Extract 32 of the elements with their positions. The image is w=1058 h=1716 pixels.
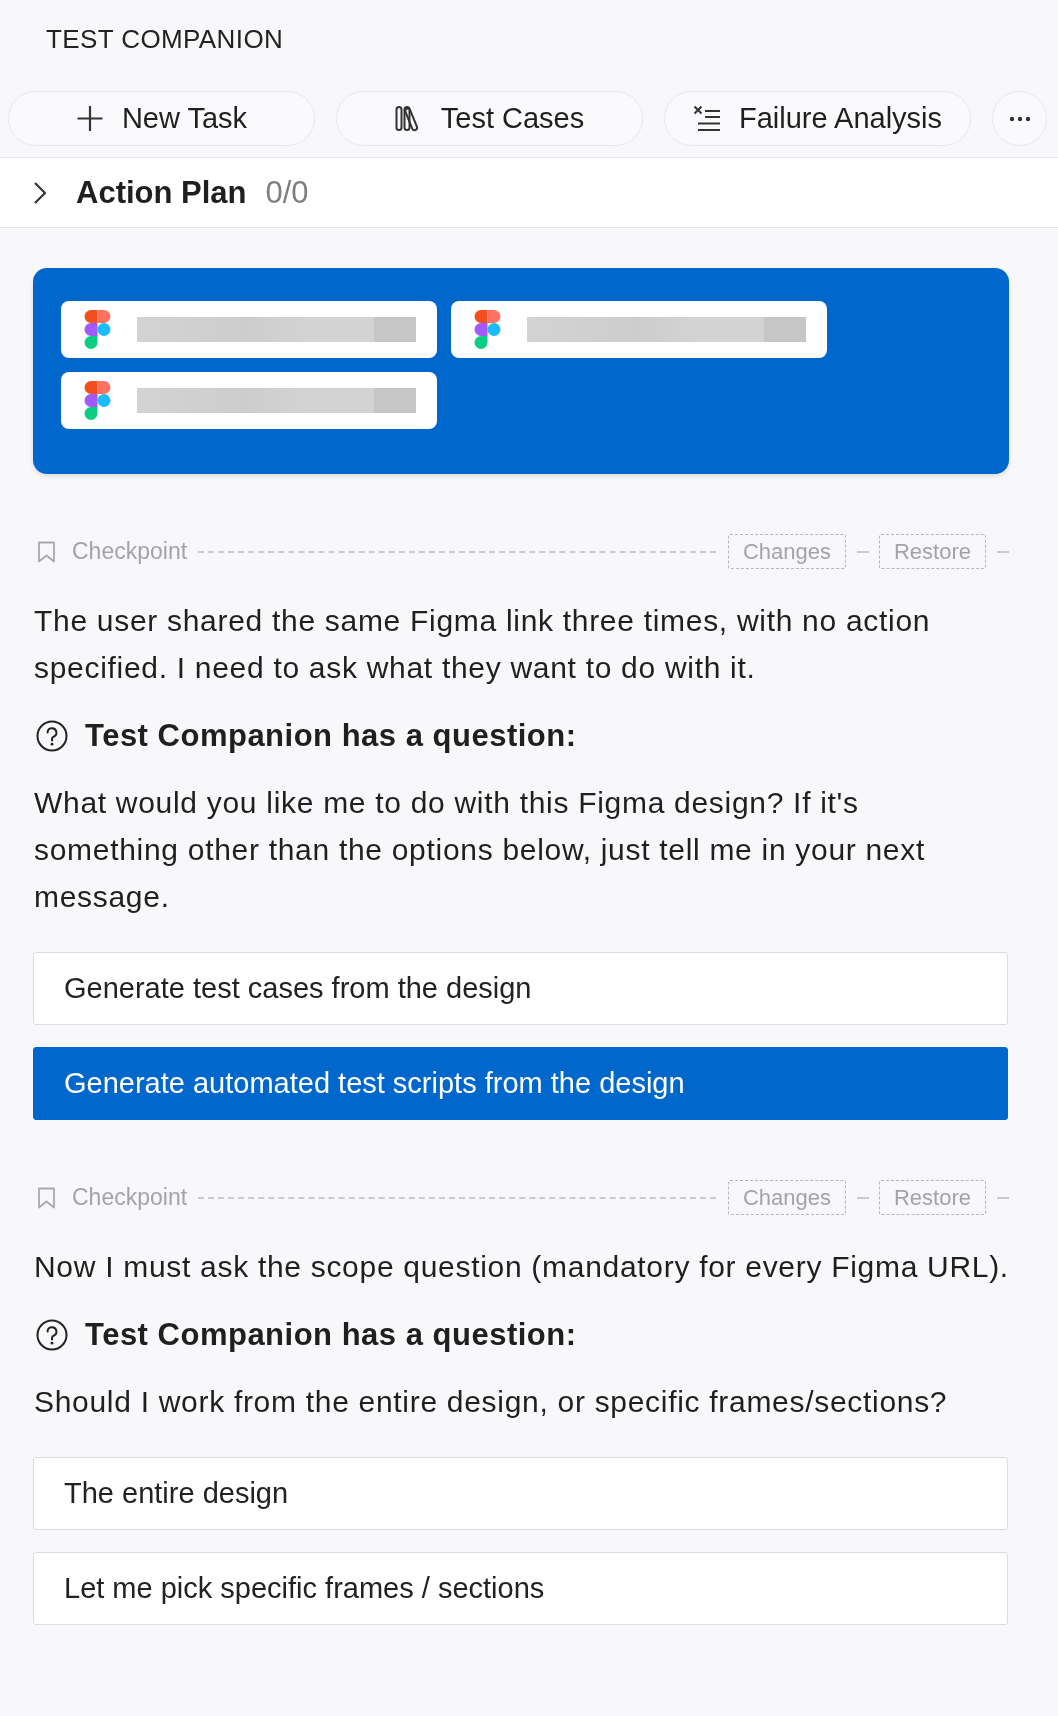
figma-logo-icon — [84, 310, 111, 349]
app-title: TEST COMPANION — [46, 24, 284, 54]
toolbar-button[interactable]: Test Cases — [336, 91, 643, 146]
question-text: What would you like me to do with this Figma design? If it's something other than the options below, just tell me in your next message. — [34, 785, 926, 915]
question-heading: Test Companion has a question: — [85, 718, 577, 754]
answer-option[interactable]: Let me pick specific frames / sections — [33, 1552, 1008, 1625]
toolbar-button[interactable]: Failure Analysis — [664, 91, 971, 146]
figma-logo-icon — [474, 310, 501, 349]
plus-icon — [75, 105, 104, 132]
more-icon — [1008, 115, 1031, 122]
attachment-chip[interactable] — [61, 301, 437, 358]
bookmark-icon — [37, 1186, 56, 1209]
question-text: Should I work from the entire design, or specific frames/sections? — [34, 1384, 949, 1420]
question-circle-icon — [36, 1319, 68, 1351]
toolbar-button[interactable]: New Task — [8, 91, 315, 146]
action-plan-count: 0/0 — [265, 174, 309, 211]
checkpoint-label: Checkpoint — [72, 1184, 188, 1211]
checkpoint-label: Checkpoint — [72, 538, 188, 565]
question-circle-icon — [36, 720, 68, 752]
message-text: Now I must ask the scope question (mandatory for every Figma URL). — [34, 1249, 1009, 1285]
attachment-chip[interactable] — [451, 301, 827, 358]
answer-option[interactable]: The entire design — [33, 1457, 1008, 1530]
question-heading: Test Companion has a question: — [85, 1317, 577, 1353]
answer-option[interactable]: Generate test cases from the design — [33, 952, 1008, 1025]
chevron-icon[interactable] — [33, 179, 47, 206]
figma-logo-icon — [84, 381, 111, 420]
message-text: The user shared the same Figma link three times, with no action specified. I need to ask what they want to do with it. — [34, 603, 932, 686]
x-list-icon — [692, 105, 721, 132]
bookmark-icon — [37, 540, 56, 563]
attachment-chip[interactable] — [61, 372, 437, 429]
action-plan-title: Action Plan — [76, 174, 247, 211]
answer-option[interactable]: Generate automated test scripts from the design — [33, 1047, 1008, 1120]
